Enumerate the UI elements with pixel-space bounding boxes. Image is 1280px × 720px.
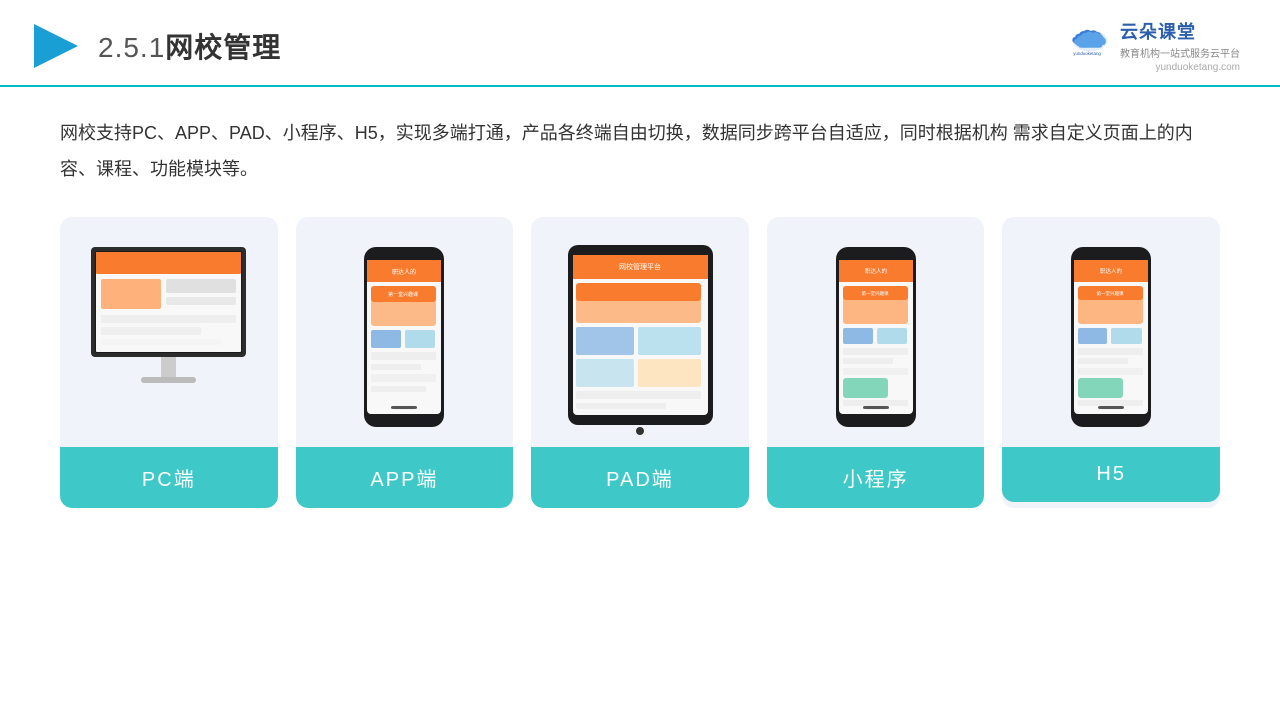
card-pad: 网校管理平台 PAD端 — [531, 217, 749, 508]
svg-text:第一堂兴趣课: 第一堂兴趣课 — [1097, 290, 1124, 297]
card-image-app: 职达人的 第一堂兴趣课 — [296, 217, 514, 447]
h5-device-svg: 职达人的 第一堂兴趣课 — [1066, 242, 1156, 432]
play-icon — [30, 20, 82, 72]
svg-text:职达人的: 职达人的 — [392, 268, 416, 276]
logo-text-block: 云朵课堂 教育机构一站式服务云平台 — [1120, 18, 1240, 60]
svg-text:职达人的: 职达人的 — [865, 267, 888, 275]
card-image-pad: 网校管理平台 — [531, 217, 749, 447]
svg-text:第一堂兴趣课: 第一堂兴趣课 — [861, 290, 888, 297]
pc-device-svg — [81, 237, 256, 437]
card-app: 职达人的 第一堂兴趣课 APP端 — [296, 217, 514, 508]
main-content: 网校支持PC、APP、PAD、小程序、H5，实现多端打通，产品各终端自由切换，数… — [0, 87, 1280, 528]
logo-container: yunduoketang 云朵课堂 教育机构一站式服务云平台 — [1068, 18, 1240, 60]
card-label-miniapp: 小程序 — [767, 447, 985, 508]
svg-text:网校管理平台: 网校管理平台 — [619, 262, 661, 271]
logo-name: 云朵课堂 — [1120, 18, 1240, 44]
card-image-pc — [60, 217, 278, 447]
card-miniapp: 职达人的 第一堂兴趣课 小程序 — [767, 217, 985, 508]
card-label-h5: H5 — [1002, 447, 1220, 502]
card-image-h5: 职达人的 第一堂兴趣课 — [1002, 217, 1220, 447]
svg-text:职达人的: 职达人的 — [1100, 267, 1123, 275]
card-label-pad: PAD端 — [531, 447, 749, 508]
pad-device-svg: 网校管理平台 — [558, 237, 723, 437]
card-pc: PC端 — [60, 217, 278, 508]
card-h5: 职达人的 第一堂兴趣课 H5 — [1002, 217, 1220, 508]
page-title: 2.5.1网校管理 — [98, 26, 281, 66]
card-label-pc: PC端 — [60, 447, 278, 508]
app-device-svg: 职达人的 第一堂兴趣课 — [359, 242, 449, 432]
header: 2.5.1网校管理 yunduoketang 云朵课堂 教育机构一站式服务云平台… — [0, 0, 1280, 87]
card-label-app: APP端 — [296, 447, 514, 508]
header-left: 2.5.1网校管理 — [30, 20, 281, 72]
logo-area: yunduoketang 云朵课堂 教育机构一站式服务云平台 yunduoket… — [1068, 18, 1240, 73]
logo-tagline: 教育机构一站式服务云平台 — [1120, 45, 1240, 60]
logo-domain: yunduoketang.com — [1155, 62, 1240, 73]
miniapp-device-svg: 职达人的 第一堂兴趣课 — [831, 242, 921, 432]
description-text: 网校支持PC、APP、PAD、小程序、H5，实现多端打通，产品各终端自由切换，数… — [60, 115, 1220, 187]
cloud-logo-icon: yunduoketang — [1068, 21, 1112, 57]
svg-text:yunduoketang: yunduoketang — [1073, 51, 1101, 56]
card-image-miniapp: 职达人的 第一堂兴趣课 — [767, 217, 985, 447]
svg-text:第一堂兴趣课: 第一堂兴趣课 — [388, 291, 418, 298]
cards-container: PC端 职达人的 第一堂兴趣课 — [60, 217, 1220, 508]
